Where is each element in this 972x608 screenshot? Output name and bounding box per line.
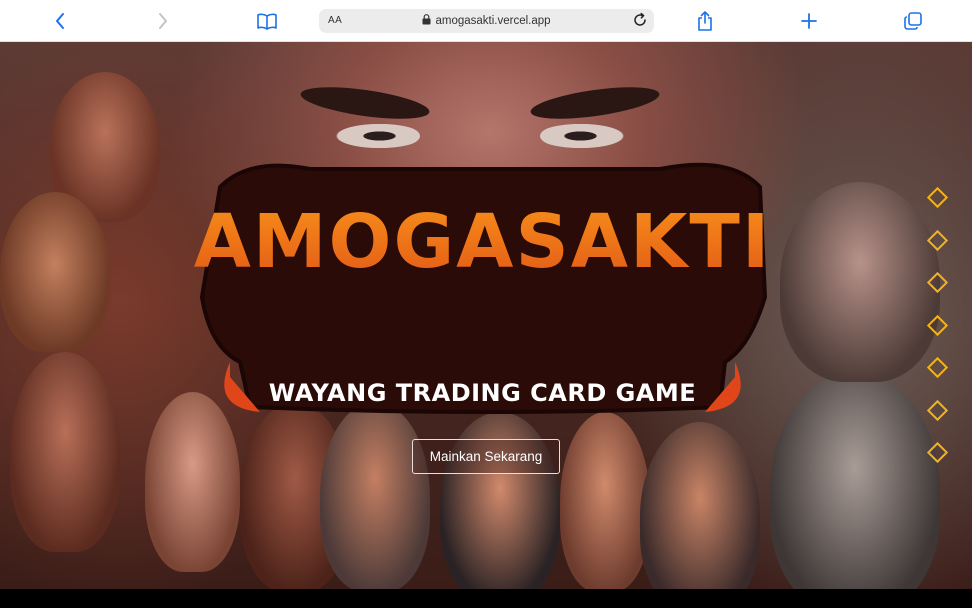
plus-icon — [801, 13, 817, 29]
forward-button[interactable] — [150, 8, 176, 34]
chevron-left-icon — [54, 12, 66, 30]
book-icon — [256, 12, 278, 30]
new-tab-button[interactable] — [796, 8, 822, 34]
reload-icon[interactable] — [632, 12, 648, 33]
logo-title: AMOGASAKTI — [190, 147, 775, 337]
back-button[interactable] — [47, 8, 73, 34]
play-now-button[interactable]: Mainkan Sekarang — [412, 439, 560, 474]
bookmarks-button[interactable] — [254, 8, 280, 34]
slide-nav-dot[interactable] — [926, 441, 949, 464]
game-logo: AMOGASAKTI WAYANG TRADING CARD GAME — [190, 147, 775, 437]
share-button[interactable] — [692, 8, 718, 34]
browser-toolbar: AA amogasakti.vercel.app — [0, 0, 972, 42]
slide-nav-dot[interactable] — [926, 229, 949, 252]
logo-subtitle: WAYANG TRADING CARD GAME — [268, 379, 697, 407]
share-icon — [697, 11, 713, 31]
slide-nav-dot[interactable] — [926, 314, 949, 337]
slide-nav-dot[interactable] — [926, 399, 949, 422]
url-text: amogasakti.vercel.app — [435, 15, 551, 27]
bottom-bar — [0, 589, 972, 608]
slide-nav-dot[interactable] — [926, 186, 949, 209]
lock-icon — [422, 14, 431, 28]
slide-nav — [926, 186, 949, 470]
chevron-right-icon — [157, 12, 169, 30]
slide-nav-dot[interactable] — [926, 356, 949, 379]
tabs-icon — [904, 12, 922, 30]
address-bar[interactable]: AA amogasakti.vercel.app — [319, 9, 654, 33]
slide-nav-dot[interactable] — [926, 271, 949, 294]
hero-banner: AMOGASAKTI WAYANG TRADING CARD GAME Main… — [0, 42, 972, 589]
tab-overview-button[interactable] — [900, 8, 926, 34]
